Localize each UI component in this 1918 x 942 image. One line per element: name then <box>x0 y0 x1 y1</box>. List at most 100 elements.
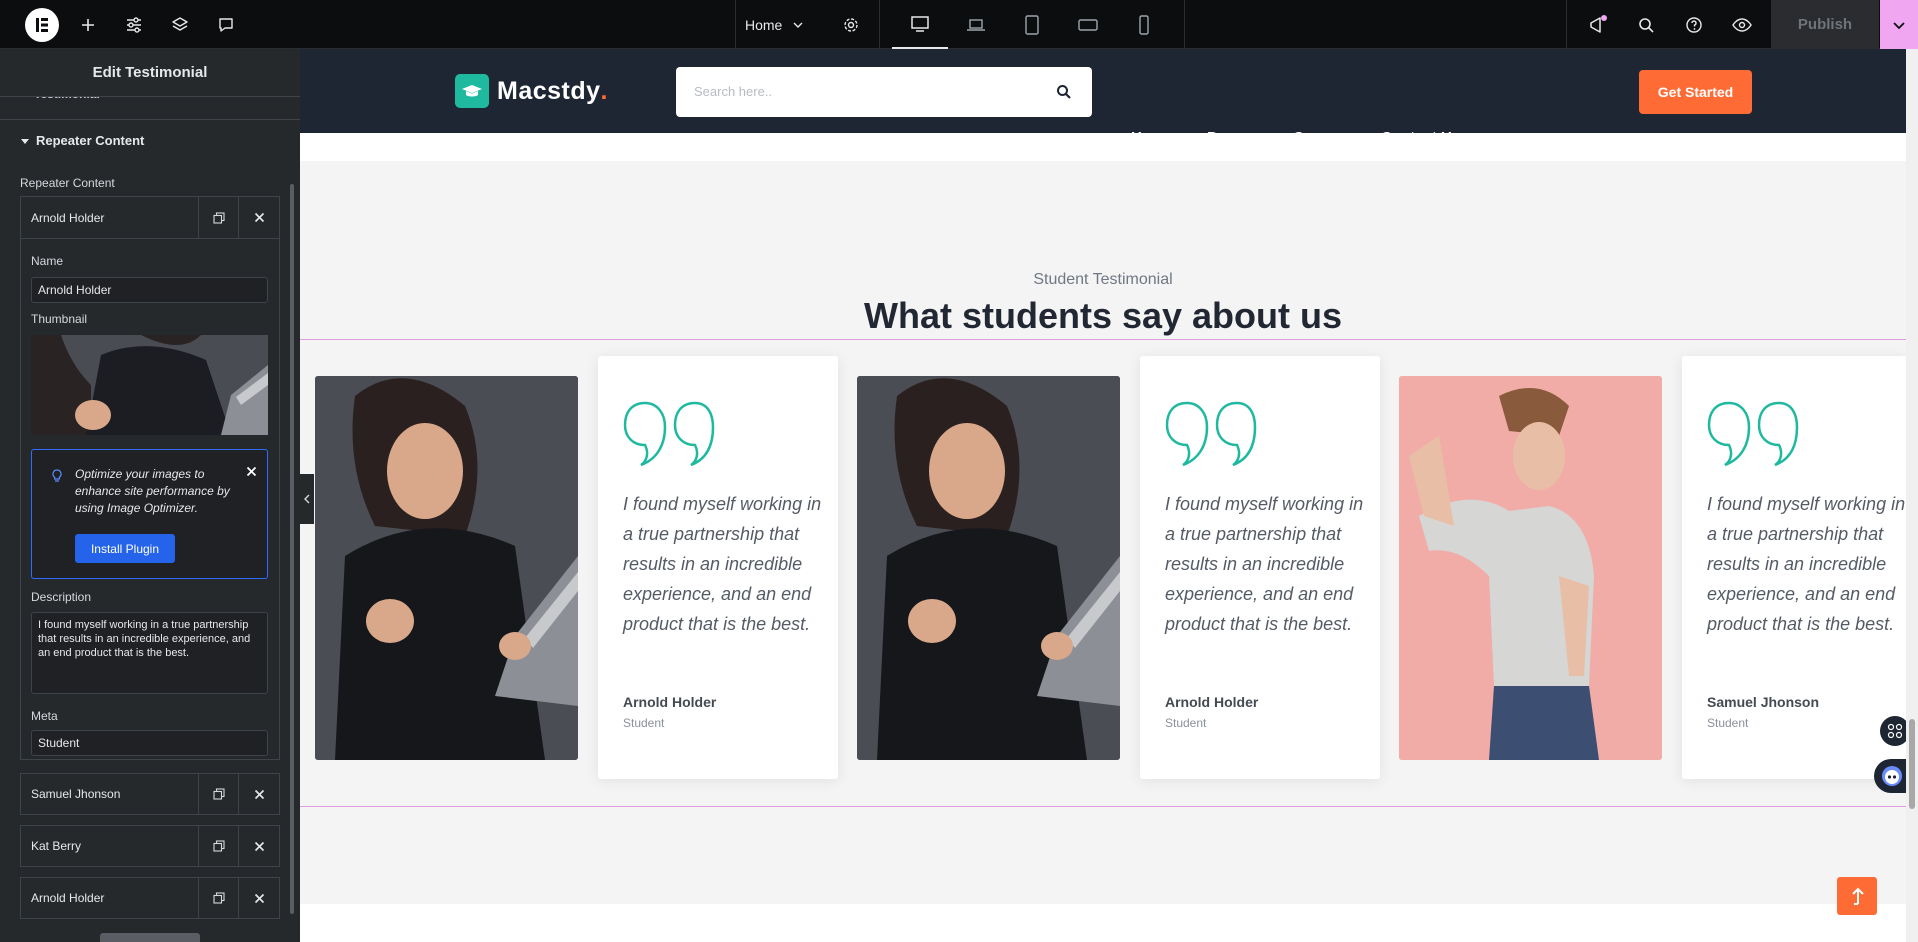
duplicate-button[interactable] <box>199 826 239 866</box>
testimonial-photo <box>315 376 578 760</box>
arrow-up-icon <box>1852 887 1864 905</box>
whats-new-button[interactable] <box>1580 0 1616 49</box>
panel-scrollbar[interactable] <box>290 184 294 914</box>
divider <box>735 0 736 49</box>
chevron-down-icon <box>1893 21 1905 29</box>
elementor-logo-button[interactable] <box>22 0 62 49</box>
remove-button[interactable] <box>239 774 279 814</box>
section-title: What students say about us <box>863 295 1343 336</box>
meta-label: Meta <box>31 709 58 723</box>
section-label: Repeater Content <box>36 133 145 148</box>
back-to-top-button[interactable] <box>1837 877 1877 915</box>
dismiss-notice-button[interactable] <box>246 464 257 482</box>
testimonial-card: I found myself working in a true partner… <box>1140 356 1380 779</box>
testimonial-name: Arnold Holder <box>1165 694 1259 710</box>
device-mobile-button[interactable] <box>1116 0 1172 49</box>
nav-contact-label: Contact Us <box>1381 129 1461 146</box>
close-icon <box>254 212 264 223</box>
nav-course-label: Course <box>1293 129 1345 146</box>
structure-button[interactable] <box>166 0 194 49</box>
device-tablet-button[interactable] <box>1004 0 1060 49</box>
section-toggle[interactable]: Repeater Content <box>20 133 144 148</box>
nav-home[interactable]: Home <box>1131 129 1186 146</box>
nav-course[interactable]: Course <box>1293 129 1345 146</box>
search-input[interactable]: Search here.. <box>694 84 772 99</box>
search-icon[interactable] <box>1056 84 1072 100</box>
site-search[interactable]: Search here.. <box>676 67 1092 117</box>
site-logo[interactable]: Macstdy. <box>455 74 608 108</box>
repeater-item-title: Arnold Holder <box>21 197 199 238</box>
duplicate-button[interactable] <box>199 197 239 238</box>
publish-button[interactable]: Publish <box>1771 0 1879 49</box>
testimonial-quote: I found myself working in a true partner… <box>1707 494 1906 634</box>
page-selector[interactable]: Home <box>745 0 825 49</box>
preview-button[interactable] <box>1724 0 1760 49</box>
thumbnail-preview[interactable] <box>31 335 268 435</box>
repeater-item[interactable]: Kat Berry <box>20 825 280 867</box>
description-textarea[interactable]: I found myself working in a true partner… <box>31 612 268 694</box>
repeater-item[interactable]: Arnold Holder <box>20 877 280 919</box>
caret-down-icon <box>21 138 29 144</box>
mobile-icon <box>1139 14 1149 35</box>
help-button[interactable] <box>1676 0 1712 49</box>
device-desktop-button[interactable] <box>892 0 948 49</box>
repeater-item[interactable]: Samuel Jhonson <box>20 773 280 815</box>
comment-icon <box>219 17 233 32</box>
page-settings-button[interactable] <box>836 0 866 49</box>
install-plugin-button[interactable]: Install Plugin <box>75 534 175 563</box>
remove-button[interactable] <box>239 878 279 918</box>
chevron-left-icon <box>304 494 310 504</box>
quote-icon <box>1165 401 1257 467</box>
copy-icon <box>212 788 225 800</box>
canvas-scrollbar[interactable] <box>1906 49 1918 942</box>
remove-button[interactable] <box>239 197 279 238</box>
widget-outline-top <box>300 339 1906 340</box>
student-photo-image <box>1399 376 1662 760</box>
nav-pages-label: Pages <box>1207 129 1252 146</box>
gear-icon <box>844 17 858 32</box>
canvas-scrollbar-thumb[interactable] <box>1909 719 1915 809</box>
laptop-icon <box>967 18 985 31</box>
panel-title: Edit Testimonial <box>92 64 208 81</box>
plus-icon <box>82 18 94 31</box>
tablet-landscape-icon <box>1078 18 1098 31</box>
add-element-button[interactable] <box>74 0 102 49</box>
layers-icon <box>172 16 188 31</box>
chevron-down-icon <box>1177 135 1185 141</box>
copy-icon <box>212 840 225 852</box>
get-started-button[interactable]: Get Started <box>1639 70 1752 114</box>
preview-canvas: Macstdy. Search here.. Home Pages Course… <box>300 49 1918 942</box>
remove-button[interactable] <box>239 826 279 866</box>
collapse-panel-handle[interactable] <box>300 474 314 524</box>
site-settings-button[interactable] <box>120 0 148 49</box>
repeater-label: Repeater Content <box>20 176 115 190</box>
grid-icon <box>1887 723 1903 739</box>
meta-input[interactable]: Student <box>31 730 268 756</box>
device-tablet-landscape-button[interactable] <box>1060 0 1116 49</box>
assistant-floating-button[interactable] <box>1874 759 1910 793</box>
divider <box>1566 0 1567 49</box>
duplicate-button[interactable] <box>199 774 239 814</box>
panel-header: Edit Testimonial <box>0 49 300 97</box>
name-input[interactable]: Arnold Holder <box>31 277 268 303</box>
repeater-item-active[interactable]: Arnold Holder <box>20 196 280 238</box>
duplicate-button[interactable] <box>199 878 239 918</box>
testimonial-quote: I found myself working in a true partner… <box>623 494 822 634</box>
comments-button[interactable] <box>212 0 240 49</box>
publish-options-button[interactable] <box>1880 0 1918 49</box>
testimonial-photo <box>857 376 1120 760</box>
lightbulb-icon <box>52 469 62 482</box>
megaphone-icon <box>1590 14 1607 33</box>
testimonial-name: Arnold Holder <box>623 694 717 710</box>
testimonial-meta: Student <box>1165 716 1207 730</box>
device-laptop-button[interactable] <box>948 0 1004 49</box>
editor-panel: Edit Testimonial Testimonial Repeater Co… <box>0 49 300 942</box>
add-item-button[interactable] <box>100 933 200 942</box>
search-button[interactable] <box>1628 0 1664 49</box>
nav-contact[interactable]: Contact Us <box>1381 129 1460 146</box>
testimonial-quote: I found myself working in a true partner… <box>1165 494 1364 634</box>
nav-pages[interactable]: Pages <box>1207 129 1264 146</box>
testimonial-photo <box>1399 376 1662 760</box>
graduation-cap-icon <box>455 74 489 108</box>
bot-icon <box>1882 766 1902 786</box>
